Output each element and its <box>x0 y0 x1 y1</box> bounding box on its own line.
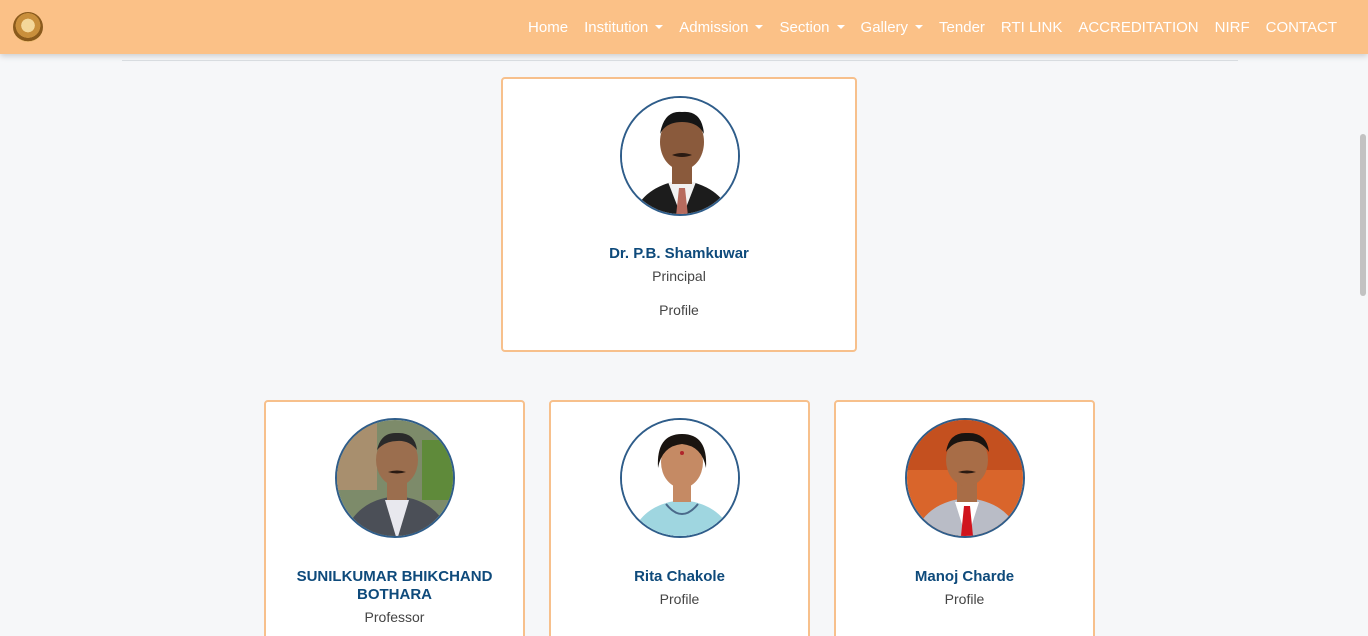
caret-down-icon <box>836 25 845 29</box>
staff-photo <box>905 418 1025 538</box>
page-scrollbar[interactable] <box>1358 0 1368 636</box>
caret-down-icon <box>755 25 764 29</box>
section-divider <box>122 60 1238 61</box>
staff-photo <box>335 418 455 538</box>
nav-rti-link[interactable]: RTI LINK <box>1001 19 1062 36</box>
principal-card: Dr. P.B. Shamkuwar Principal Profile <box>501 77 857 352</box>
staff-card: Manoj Charde Profile <box>834 400 1095 636</box>
staff-photo <box>620 418 740 538</box>
college-logo[interactable] <box>13 12 43 42</box>
nav-menu: Home Institution Admission Section Galle… <box>528 0 1337 54</box>
nav-institution[interactable]: Institution <box>584 19 664 36</box>
staff-name[interactable]: Manoj Charde <box>836 568 1093 586</box>
staff-name[interactable]: Rita Chakole <box>551 568 808 586</box>
scrollbar-thumb[interactable] <box>1360 134 1366 296</box>
nav-admission[interactable]: Admission <box>679 19 764 36</box>
staff-profile-link[interactable]: Profile <box>551 591 808 607</box>
nav-contact[interactable]: CONTACT <box>1266 19 1337 36</box>
staff-name[interactable]: SUNILKUMAR BHIKCHAND BOTHARA <box>266 568 523 604</box>
caret-down-icon <box>655 25 664 29</box>
caret-down-icon <box>915 25 924 29</box>
nav-tender[interactable]: Tender <box>939 19 985 36</box>
principal-role: Principal <box>652 268 706 284</box>
nav-nirf[interactable]: NIRF <box>1215 19 1250 36</box>
staff-profile-link[interactable]: Profile <box>836 591 1093 607</box>
nav-section[interactable]: Section <box>779 19 845 36</box>
staff-card: Rita Chakole Profile <box>549 400 810 636</box>
principal-name[interactable]: Dr. P.B. Shamkuwar <box>503 245 855 263</box>
nav-home[interactable]: Home <box>528 19 568 36</box>
staff-role: Professor <box>364 609 425 625</box>
principal-photo <box>620 96 740 216</box>
staff-card: SUNILKUMAR BHIKCHAND BOTHARA Professor <box>264 400 525 636</box>
top-navbar: Home Institution Admission Section Galle… <box>0 0 1368 54</box>
nav-gallery[interactable]: Gallery <box>861 19 924 36</box>
nav-accreditation[interactable]: ACCREDITATION <box>1078 19 1198 36</box>
principal-profile-link[interactable]: Profile <box>503 302 855 318</box>
